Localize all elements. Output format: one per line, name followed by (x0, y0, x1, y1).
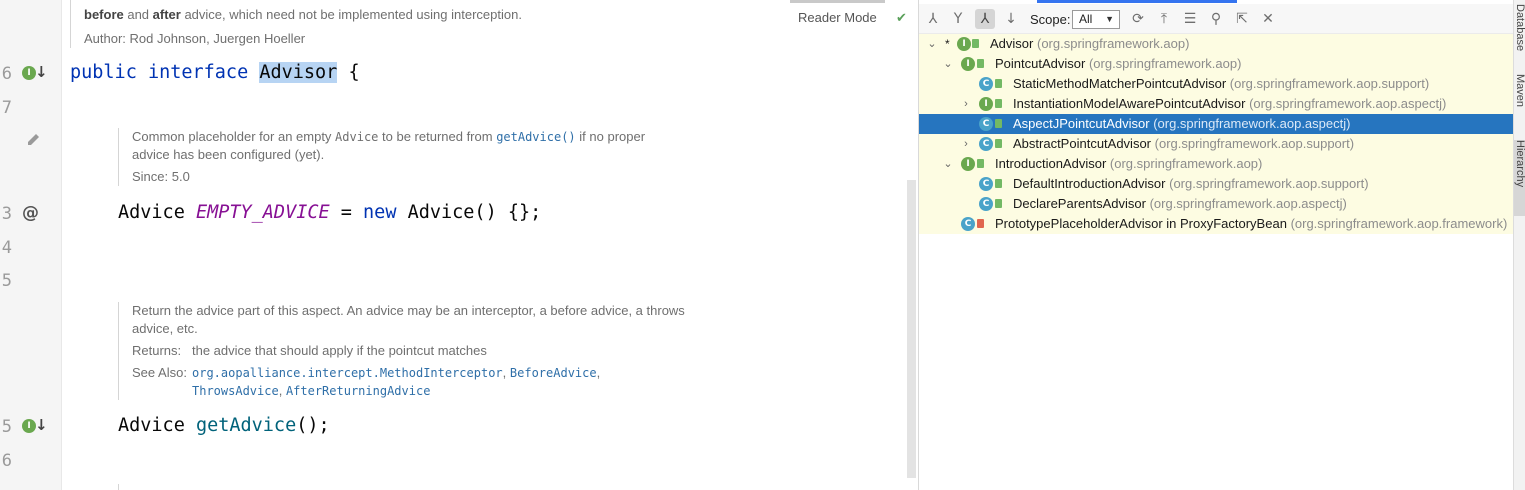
side-tab-hierarchy[interactable]: Hierarchy (1514, 140, 1525, 216)
ide-window: 6 7 3 4 5 5 6 I ↓ @ I ↓ before and after a… (0, 0, 1525, 490)
tree-row-selected[interactable]: C AspectJPointcutAdvisor (org.springfram… (919, 114, 1514, 134)
public-access-icon (995, 139, 1002, 148)
panel-tab-accent (1037, 0, 1237, 3)
line-number: 3 (1, 204, 12, 224)
public-access-icon (995, 179, 1002, 188)
edit-docs-icon[interactable] (24, 130, 44, 150)
line-number: 6 (1, 64, 12, 84)
class-icon: C (979, 197, 993, 211)
close-icon[interactable]: ✕ (1258, 9, 1278, 29)
doc-link-methodinterceptor[interactable]: org.aopalliance.intercept.MethodIntercep… (192, 366, 503, 380)
interface-icon: I (961, 57, 975, 71)
chevron-down-icon[interactable]: ⌄ (925, 34, 939, 54)
implemented-by-icon[interactable]: I ↓ (22, 63, 48, 84)
identifier-advisor[interactable]: Advisor (259, 62, 338, 83)
code-line-interface[interactable]: public interface Advisor { (70, 62, 360, 83)
interface-icon: I (957, 37, 971, 51)
editor-gutter[interactable]: 6 7 3 4 5 5 6 I ↓ @ I ↓ (0, 0, 62, 490)
inspection-ok-icon[interactable]: ✔ (896, 11, 907, 26)
chevron-down-icon[interactable]: ⌄ (941, 154, 955, 174)
scroll-indicator (790, 0, 885, 3)
tree-row[interactable]: › I InstantiationModelAwarePointcutAdvis… (919, 94, 1514, 114)
abstract-class-icon: C (979, 137, 993, 151)
supertypes-hierarchy-icon[interactable]: Y (948, 9, 968, 29)
public-access-icon (977, 59, 984, 68)
sort-alphabetically-icon[interactable]: ↓ (1001, 9, 1021, 29)
tree-row[interactable]: › C AbstractPointcutAdvisor (org.springf… (919, 134, 1514, 154)
code-line-empty-advice[interactable]: Advice EMPTY_ADVICE = new Advice() {}; (118, 202, 541, 223)
class-icon: C (979, 117, 993, 131)
public-access-icon (972, 39, 979, 48)
open-in-editor-icon[interactable]: ⇱ (1232, 9, 1252, 29)
line-number: 7 (1, 98, 12, 118)
hierarchy-panel: ⅄ Y ⅄ ↓ Scope: All ▼ ⟳ ⤒ ☰ ⚲ ⇱ ✕ ⌄ * I Ad… (918, 0, 1514, 490)
javadoc-class-comment: before and after advice, which need not … (70, 0, 790, 48)
tree-row[interactable]: C DeclareParentsAdvisor (org.springframe… (919, 194, 1514, 214)
tree-row[interactable]: C DefaultIntroductionAdvisor (org.spring… (919, 174, 1514, 194)
expand-all-icon[interactable]: ☰ (1180, 9, 1200, 29)
side-tab-maven[interactable]: Maven (1514, 74, 1525, 126)
tree-row[interactable]: ⌄ I PointcutAdvisor (org.springframework… (919, 54, 1514, 74)
public-access-icon (995, 119, 1002, 128)
interface-icon: I (979, 97, 993, 111)
tree-row[interactable]: ⌄ I IntroductionAdvisor (org.springframe… (919, 154, 1514, 174)
public-access-icon (995, 99, 1002, 108)
doc-bold-before: before (84, 7, 124, 22)
tree-row[interactable]: ⌄ * I Advisor (org.springframework.aop) (919, 34, 1514, 54)
interface-icon: I (961, 157, 975, 171)
annotation-icon[interactable]: @ (22, 203, 44, 223)
class-hierarchy-icon[interactable]: ⅄ (975, 9, 995, 29)
javadoc-get-advice: Return the advice part of this aspect. A… (118, 302, 728, 400)
subtypes-hierarchy-icon[interactable]: ⅄ (923, 9, 943, 29)
chevron-down-icon: ▼ (1105, 14, 1114, 24)
javadoc-next-truncated (118, 484, 728, 490)
editor-scrollbar[interactable] (907, 180, 916, 478)
class-icon: C (979, 77, 993, 91)
doc-bold-after: after (152, 7, 181, 22)
pin-icon[interactable]: ⚲ (1206, 9, 1226, 29)
doc-link-getadvice[interactable]: getAdvice() (496, 130, 575, 144)
doc-link-throwsadvice[interactable]: ThrowsAdvice (192, 384, 279, 398)
base-marker: * (945, 37, 950, 51)
public-access-icon (995, 79, 1002, 88)
doc-since: Since: 5.0 (132, 169, 190, 184)
doc-author: Author: Rod Johnson, Juergen Hoeller (84, 31, 306, 46)
refresh-icon[interactable]: ⟳ (1128, 9, 1148, 29)
hierarchy-tree[interactable]: ⌄ * I Advisor (org.springframework.aop) … (919, 34, 1514, 234)
public-access-icon (977, 159, 984, 168)
line-number: 6 (1, 451, 12, 471)
reader-mode-button[interactable]: Reader Mode (798, 10, 877, 25)
export-icon[interactable]: ⤒ (1154, 9, 1174, 29)
chevron-right-icon[interactable]: › (959, 134, 973, 154)
chevron-down-icon[interactable]: ⌄ (941, 54, 955, 74)
hierarchy-toolbar: ⅄ Y ⅄ ↓ Scope: All ▼ ⟳ ⤒ ☰ ⚲ ⇱ ✕ (919, 4, 1514, 34)
tree-row[interactable]: C PrototypePlaceholderAdvisor in ProxyFa… (919, 214, 1514, 234)
class-icon: C (979, 177, 993, 191)
scope-label: Scope: (1030, 12, 1071, 27)
implemented-by-icon[interactable]: I ↓ (22, 416, 48, 437)
doc-link-beforeadvice[interactable]: BeforeAdvice (510, 366, 597, 380)
code-editor[interactable]: 6 7 3 4 5 5 6 I ↓ @ I ↓ before and after a… (0, 0, 917, 490)
public-access-icon (995, 199, 1002, 208)
line-number: 4 (1, 238, 12, 258)
code-line-get-advice[interactable]: Advice getAdvice(); (118, 415, 330, 436)
javadoc-empty-advice: Common placeholder for an empty Advice t… (118, 128, 708, 186)
line-number: 5 (1, 271, 12, 291)
scope-select[interactable]: All ▼ (1072, 10, 1120, 29)
side-tab-database[interactable]: Database (1514, 4, 1525, 58)
class-icon: C (961, 217, 975, 231)
chevron-right-icon[interactable]: › (959, 94, 973, 114)
line-number: 5 (1, 417, 12, 437)
private-access-icon (977, 219, 984, 228)
doc-link-afterreturningadvice[interactable]: AfterReturningAdvice (286, 384, 431, 398)
tool-window-strip: Database Maven Hierarchy (1513, 0, 1525, 490)
tree-row[interactable]: C StaticMethodMatcherPointcutAdvisor (or… (919, 74, 1514, 94)
